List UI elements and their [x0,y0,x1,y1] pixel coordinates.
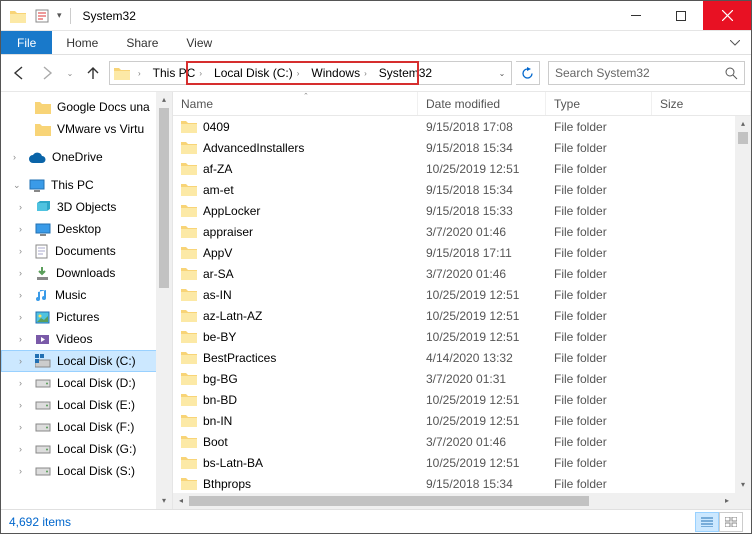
tree-item[interactable]: ›Videos [1,328,172,350]
file-row[interactable]: as-IN10/25/2019 12:51File folder [173,284,751,305]
view-icons-button[interactable] [719,512,743,532]
address-dropdown-icon[interactable]: ⌄ [493,69,511,78]
chevron-right-icon[interactable]: › [195,69,206,78]
tree-drive[interactable]: ›Local Disk (F:) [1,416,172,438]
col-size-header[interactable]: Size [652,92,751,115]
file-row[interactable]: bs-Latn-BA10/25/2019 12:51File folder [173,452,751,473]
tree-item[interactable]: ›Documents [1,240,172,262]
refresh-button[interactable] [516,61,540,85]
file-row[interactable]: ar-SA3/7/2020 01:46File folder [173,263,751,284]
close-button[interactable] [703,1,751,30]
tree-drive[interactable]: ›Local Disk (C:) [1,350,172,372]
columns-header: ⌃ Name Date modified Type Size [173,92,751,116]
chevron-right-icon[interactable]: › [134,69,145,78]
tree-drive[interactable]: ›Local Disk (G:) [1,438,172,460]
tree-thispc[interactable]: ⌄This PC [1,174,172,196]
item-count: 4,692 items [9,515,71,529]
tree-item[interactable]: VMware vs Virtu [1,118,172,140]
file-row[interactable]: 04099/15/2018 17:08File folder [173,116,751,137]
view-details-button[interactable] [695,512,719,532]
file-row[interactable]: af-ZA10/25/2019 12:51File folder [173,158,751,179]
tree-item[interactable]: ›Music [1,284,172,306]
navbar: ⌄ › This PC› Local Disk (C:)› Windows› S… [1,55,751,91]
file-row[interactable]: Bthprops9/15/2018 15:34File folder [173,473,751,494]
tree-item[interactable]: ›Desktop [1,218,172,240]
file-row[interactable]: az-Latn-AZ10/25/2019 12:51File folder [173,305,751,326]
search-placeholder: Search System32 [555,66,650,80]
file-row[interactable]: bn-IN10/25/2019 12:51File folder [173,410,751,431]
ribbon: File Home Share View [1,31,751,55]
tree-item[interactable]: Google Docs una [1,96,172,118]
window-title: System32 [83,9,136,23]
tab-home[interactable]: Home [52,31,112,54]
files-vscrollbar[interactable]: ▴▾ [735,116,751,493]
crumb-system32[interactable]: System32 [379,66,432,80]
file-row[interactable]: bg-BG3/7/2020 01:31File folder [173,368,751,389]
tree-item[interactable]: ›3D Objects [1,196,172,218]
sort-indicator-icon: ⌃ [303,92,309,100]
minimize-button[interactable] [613,1,658,30]
file-row[interactable]: appraiser3/7/2020 01:46File folder [173,221,751,242]
forward-button[interactable] [35,61,59,85]
tree-item[interactable]: ›Pictures [1,306,172,328]
tree-scrollbar[interactable]: ▴▾ [156,92,172,509]
file-row[interactable]: Boot3/7/2020 01:46File folder [173,431,751,452]
address-bar[interactable]: › This PC› Local Disk (C:)› Windows› Sys… [109,61,512,85]
crumb-thispc[interactable]: This PC [153,66,196,80]
back-button[interactable] [7,61,31,85]
file-row[interactable]: be-BY10/25/2019 12:51File folder [173,326,751,347]
titlebar: ▾ System32 [1,1,751,31]
main-split: Google Docs una VMware vs Virtu ›OneDriv… [1,91,751,509]
tree-drive[interactable]: ›Local Disk (S:) [1,460,172,482]
recent-dropdown-icon[interactable]: ⌄ [63,61,77,85]
tree-drive[interactable]: ›Local Disk (D:) [1,372,172,394]
expand-ribbon-icon[interactable] [719,31,751,54]
tab-share[interactable]: Share [112,31,172,54]
crumb-drive[interactable]: Local Disk (C:) [214,66,293,80]
file-row[interactable]: AppLocker9/15/2018 15:33File folder [173,200,751,221]
nav-tree: Google Docs una VMware vs Virtu ›OneDriv… [1,92,173,509]
file-tab[interactable]: File [1,31,52,54]
file-row[interactable]: AppV9/15/2018 17:11File folder [173,242,751,263]
file-row[interactable]: AdvancedInstallers9/15/2018 15:34File fo… [173,137,751,158]
search-icon[interactable] [725,67,738,80]
tab-view[interactable]: View [172,31,226,54]
chevron-right-icon[interactable]: › [293,69,304,78]
qat-properties-icon[interactable] [31,5,53,27]
app-icon [7,5,29,27]
file-row[interactable]: BestPractices4/14/2020 13:32File folder [173,347,751,368]
crumb-windows[interactable]: Windows [311,66,360,80]
maximize-button[interactable] [658,1,703,30]
col-name-header[interactable]: Name [173,92,418,115]
search-input[interactable]: Search System32 [548,61,745,85]
file-row[interactable]: bn-BD10/25/2019 12:51File folder [173,389,751,410]
files-hscrollbar[interactable]: ◂▸ [173,493,735,509]
qat-dropdown-icon[interactable]: ▾ [57,10,62,21]
col-date-header[interactable]: Date modified [418,92,546,115]
col-type-header[interactable]: Type [546,92,652,115]
file-list: ⌃ Name Date modified Type Size 04099/15/… [173,92,751,509]
tree-item[interactable]: ›Downloads [1,262,172,284]
tree-onedrive[interactable]: ›OneDrive [1,146,172,168]
chevron-right-icon[interactable]: › [360,69,371,78]
status-bar: 4,692 items [1,509,751,533]
file-row[interactable]: am-et9/15/2018 15:34File folder [173,179,751,200]
tree-drive[interactable]: ›Local Disk (E:) [1,394,172,416]
up-button[interactable] [81,61,105,85]
